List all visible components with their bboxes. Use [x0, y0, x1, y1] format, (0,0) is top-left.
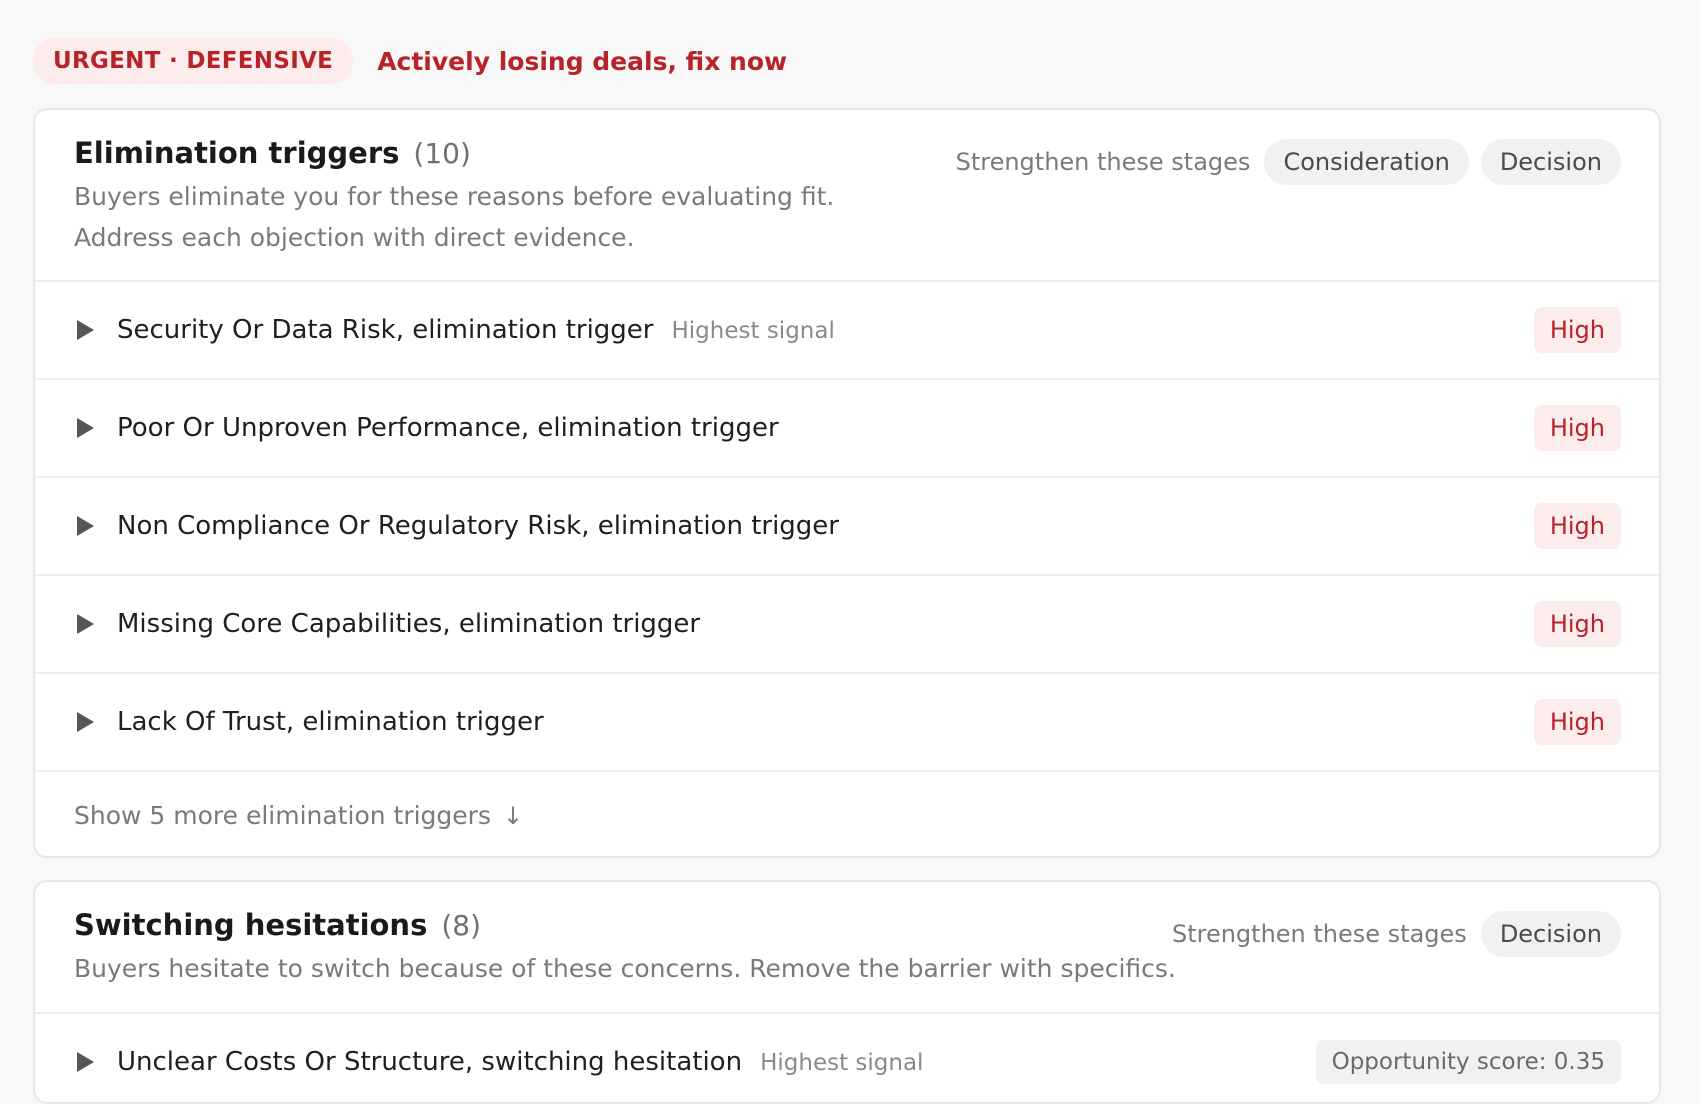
trigger-row[interactable]: Security Or Data Risk, elimination trigg… — [35, 282, 1659, 380]
section-title: Elimination triggers — [74, 136, 400, 170]
level-badge: High — [1533, 699, 1621, 745]
section-title: Switching hesitations — [74, 908, 428, 942]
arrow-down-icon: ↓ — [502, 801, 524, 830]
card-header: Switching hesitations (8) Buyers hesitat… — [35, 882, 1659, 1014]
urgency-header: URGENT · DEFENSIVE Actively losing deals… — [33, 38, 787, 84]
show-more-label: Show 5 more elimination triggers — [74, 801, 491, 830]
level-badge: High — [1533, 405, 1621, 451]
level-badge: High — [1533, 307, 1621, 353]
caret-right-icon[interactable] — [77, 320, 94, 340]
stages-label: Strengthen these stages — [955, 148, 1251, 176]
elimination-triggers-card: Elimination triggers (10) Buyers elimina… — [33, 108, 1661, 858]
highest-signal-hint: Highest signal — [671, 318, 835, 344]
trigger-label: Lack Of Trust, elimination trigger — [117, 707, 544, 737]
highest-signal-hint: Highest signal — [760, 1050, 924, 1076]
trigger-row[interactable]: Missing Core Capabilities, elimination t… — [35, 576, 1659, 674]
caret-right-icon[interactable] — [77, 712, 94, 732]
trigger-label-text: Security Or Data Risk, elimination trigg… — [117, 315, 654, 345]
trigger-label: Missing Core Capabilities, elimination t… — [117, 609, 701, 639]
stages-label: Strengthen these stages — [1171, 920, 1467, 948]
stages-group: Strengthen these stages Decision — [1172, 911, 1621, 957]
trigger-label: Poor Or Unproven Performance, eliminatio… — [117, 413, 779, 443]
section-description: Buyers eliminate you for these reasons b… — [74, 182, 835, 252]
trigger-row[interactable]: Poor Or Unproven Performance, eliminatio… — [35, 380, 1659, 478]
caret-right-icon[interactable] — [77, 516, 94, 536]
card-title: Switching hesitations (8) — [74, 908, 481, 942]
hesitation-row[interactable]: Unclear Costs Or Structure, switching he… — [35, 1014, 1659, 1102]
switching-hesitations-card: Switching hesitations (8) Buyers hesitat… — [33, 880, 1661, 1104]
stage-pill-decision[interactable]: Decision — [1480, 911, 1621, 957]
section-description: Buyers hesitate to switch because of the… — [74, 954, 1176, 983]
section-count: (10) — [413, 137, 471, 170]
caret-right-icon[interactable] — [77, 614, 94, 634]
opportunity-score-badge: Opportunity score: 0.35 — [1315, 1040, 1621, 1084]
trigger-row[interactable]: Lack Of Trust, elimination trigger High — [35, 674, 1659, 772]
card-header: Elimination triggers (10) Buyers elimina… — [35, 110, 1659, 282]
stage-pill-decision[interactable]: Decision — [1480, 139, 1621, 185]
section-count: (8) — [441, 909, 482, 942]
caret-right-icon[interactable] — [77, 1052, 94, 1072]
urgency-badge: URGENT · DEFENSIVE — [33, 38, 354, 84]
stages-group: Strengthen these stages Consideration De… — [956, 139, 1621, 185]
stage-pill-consideration[interactable]: Consideration — [1264, 139, 1469, 185]
trigger-row[interactable]: Non Compliance Or Regulatory Risk, elimi… — [35, 478, 1659, 576]
level-badge: High — [1533, 503, 1621, 549]
level-badge: High — [1533, 601, 1621, 647]
caret-right-icon[interactable] — [77, 418, 94, 438]
trigger-label: Security Or Data Risk, elimination trigg… — [117, 315, 835, 345]
urgency-message: Actively losing deals, fix now — [377, 46, 788, 76]
trigger-label: Non Compliance Or Regulatory Risk, elimi… — [117, 511, 839, 541]
hesitation-label-text: Unclear Costs Or Structure, switching he… — [117, 1047, 743, 1077]
hesitation-label: Unclear Costs Or Structure, switching he… — [117, 1047, 923, 1077]
show-more-button[interactable]: Show 5 more elimination triggers ↓ — [74, 801, 523, 830]
card-title: Elimination triggers (10) — [74, 136, 471, 170]
